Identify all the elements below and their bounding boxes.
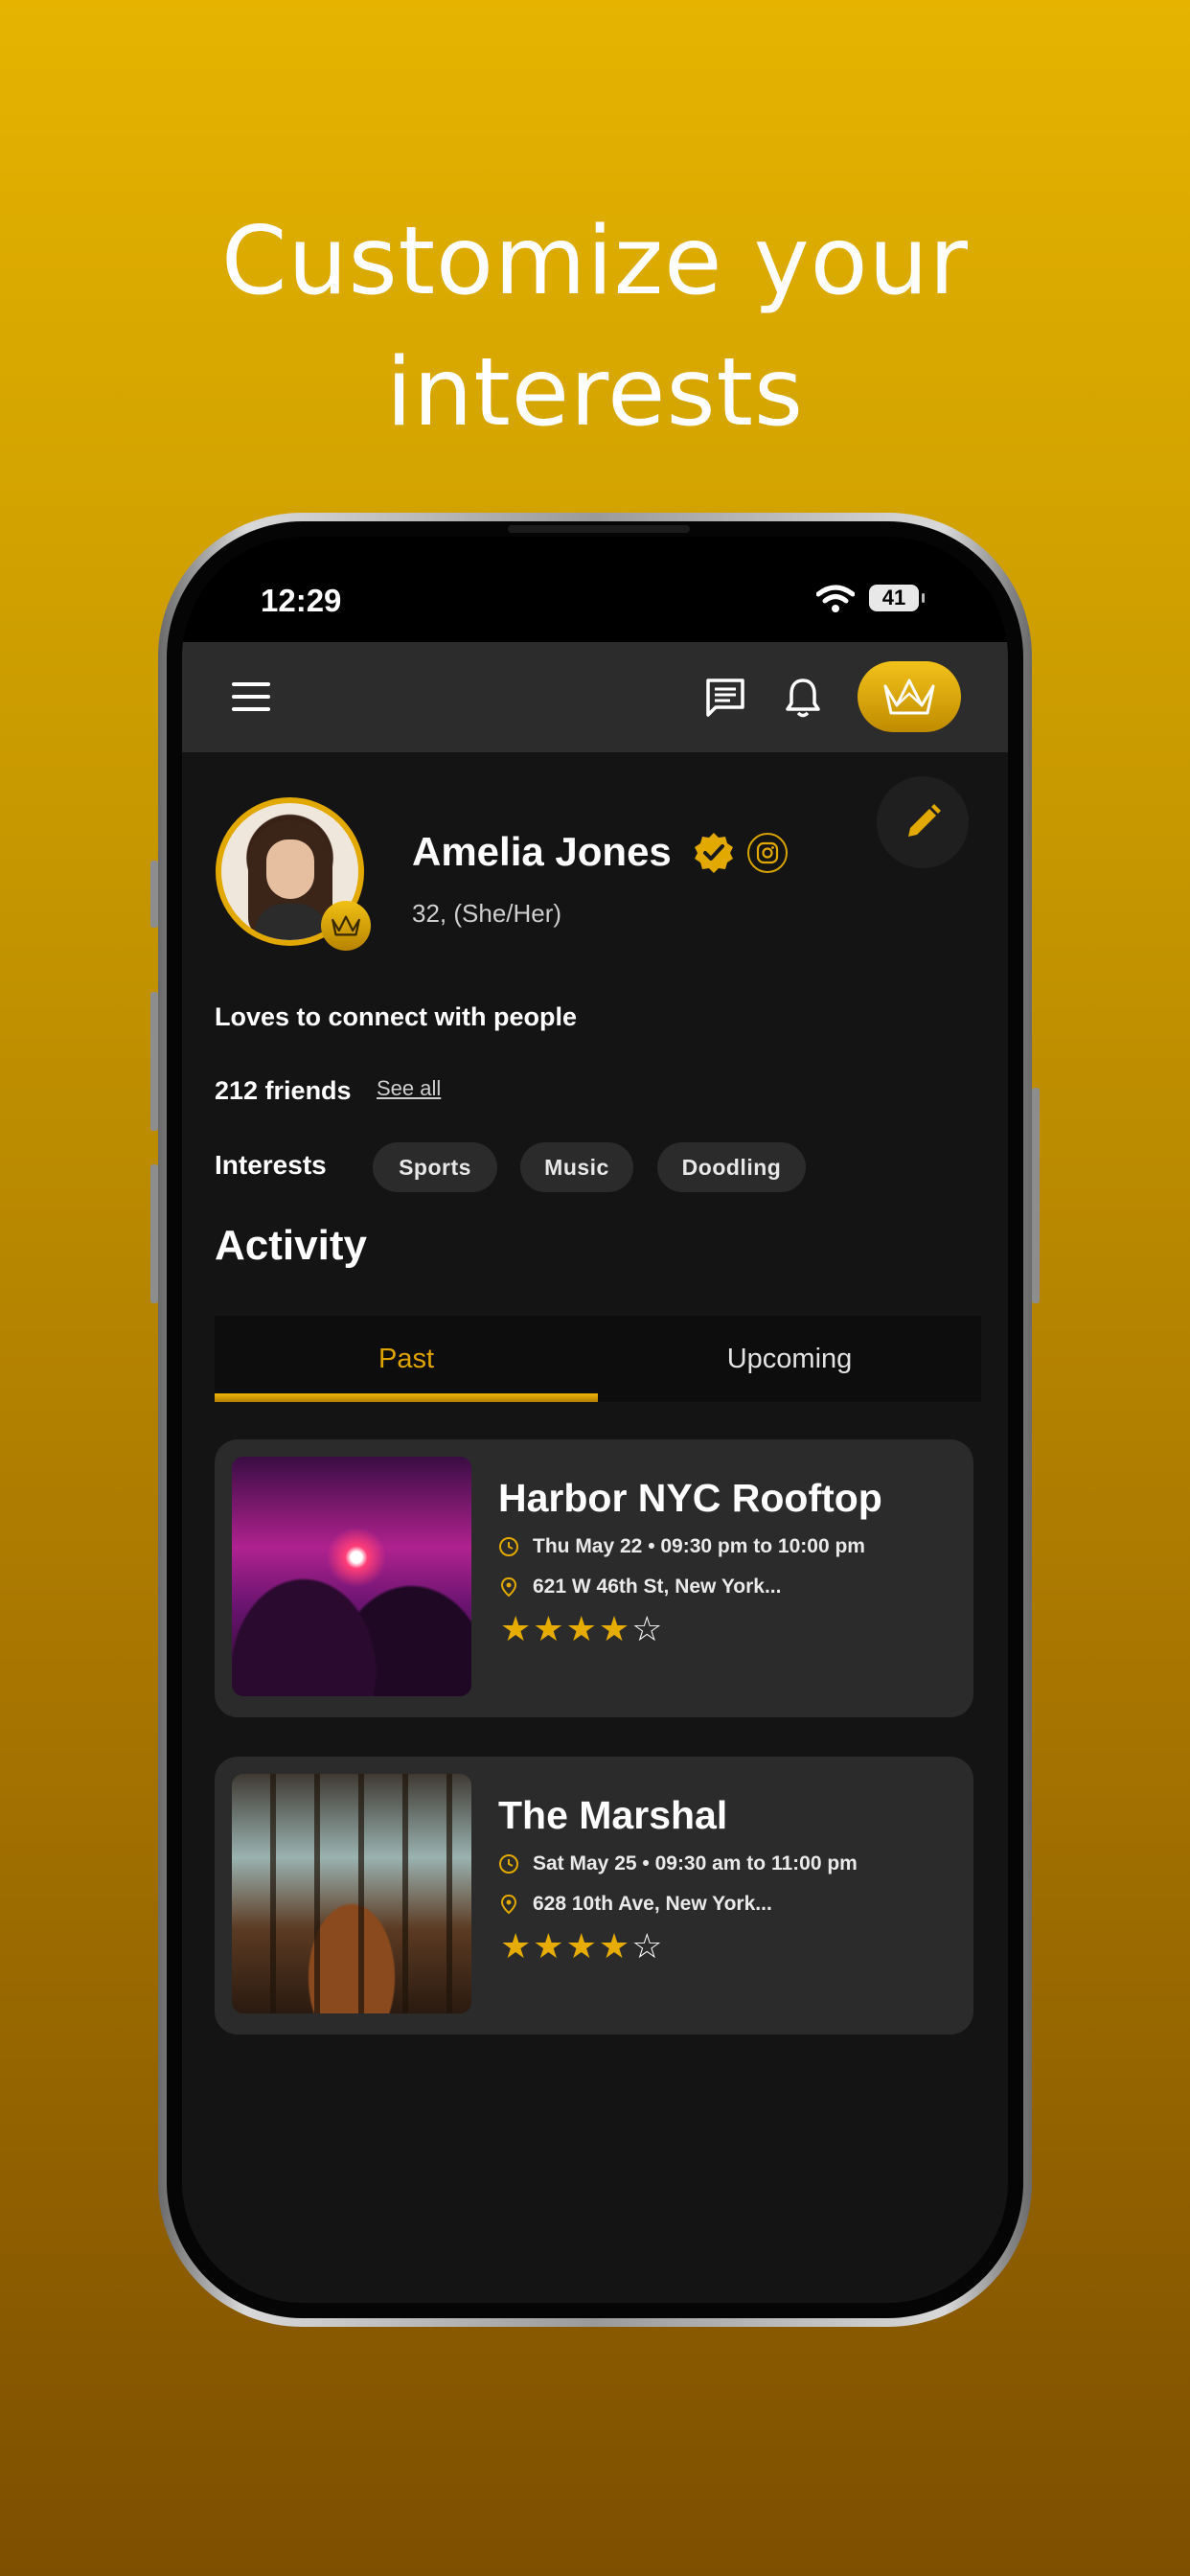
event-card[interactable]: Harbor NYC Rooftop Thu May 22 • 09:30 pm… <box>215 1439 973 1717</box>
event-address-text: 621 W 46th St, New York... <box>533 1576 782 1598</box>
pencil-icon <box>908 804 941 837</box>
interest-chip-music[interactable]: Music <box>520 1142 633 1192</box>
event-title: Harbor NYC Rooftop <box>498 1476 882 1520</box>
instagram-icon <box>756 841 779 864</box>
event-datetime-text: Sat May 25 • 09:30 am to 11:00 pm <box>533 1852 858 1874</box>
crown-icon <box>883 678 935 715</box>
friends-count: 212 friends <box>215 1076 352 1105</box>
event-address: 628 10th Ave, New York... <box>498 1893 772 1916</box>
app-screen: 12:29 41 Amelia Jones 32, (She/Her) Love… <box>182 537 1008 2303</box>
event-datetime: Thu May 22 • 09:30 pm to 10:00 pm <box>498 1535 865 1558</box>
interests-label: Interests <box>215 1150 327 1180</box>
event-datetime-text: Thu May 22 • 09:30 pm to 10:00 pm <box>533 1535 865 1557</box>
chat-icon[interactable] <box>704 677 746 719</box>
status-time: 12:29 <box>261 583 342 618</box>
activity-tabs: Past Upcoming <box>215 1316 981 1402</box>
star-outline-icon: ☆ <box>631 1926 663 1966</box>
star-filled-icon: ★ <box>533 1609 564 1648</box>
profile-name: Amelia Jones <box>412 829 672 874</box>
star-filled-icon: ★ <box>500 1609 532 1648</box>
location-pin-icon <box>500 1576 517 1598</box>
activity-heading: Activity <box>215 1222 367 1269</box>
interest-chip-doodling[interactable]: Doodling <box>657 1142 806 1192</box>
instagram-link[interactable] <box>747 833 788 873</box>
bell-icon[interactable] <box>784 677 822 719</box>
avatar-crown-badge <box>321 901 371 951</box>
star-filled-icon: ★ <box>598 1609 630 1648</box>
headline-line-2: interests <box>385 338 805 448</box>
premium-crown-button[interactable] <box>858 661 961 732</box>
profile-bio: Loves to connect with people <box>215 1002 578 1031</box>
edit-profile-button[interactable] <box>877 776 969 868</box>
star-filled-icon: ★ <box>598 1926 630 1966</box>
verified-badge-icon <box>695 833 733 873</box>
phone-volume-down <box>150 1164 158 1303</box>
star-outline-icon: ☆ <box>631 1609 663 1648</box>
marketing-headline: Customize your interests <box>0 196 1190 459</box>
location-pin-icon <box>500 1894 517 1915</box>
star-filled-icon: ★ <box>500 1926 532 1966</box>
phone-power-button <box>1032 1088 1040 1303</box>
menu-icon[interactable] <box>232 682 270 711</box>
crown-icon <box>332 915 360 936</box>
status-bar: 12:29 41 <box>182 537 1008 642</box>
event-address-text: 628 10th Ave, New York... <box>533 1893 772 1915</box>
phone-volume-up <box>150 992 158 1131</box>
wifi-icon <box>816 585 855 612</box>
event-datetime: Sat May 25 • 09:30 am to 11:00 pm <box>498 1852 858 1875</box>
event-photo <box>232 1457 471 1696</box>
star-filled-icon: ★ <box>565 1609 597 1648</box>
event-rating: ★★★★☆ <box>500 1612 664 1646</box>
profile-age-pronouns: 32, (She/Her) <box>412 899 562 928</box>
tab-past[interactable]: Past <box>215 1316 598 1402</box>
event-address: 621 W 46th St, New York... <box>498 1576 781 1598</box>
tab-upcoming[interactable]: Upcoming <box>598 1316 981 1402</box>
battery-indicator: 41 <box>869 585 925 611</box>
event-rating: ★★★★☆ <box>500 1929 664 1964</box>
star-filled-icon: ★ <box>565 1926 597 1966</box>
phone-speaker <box>508 525 690 533</box>
star-filled-icon: ★ <box>533 1926 564 1966</box>
see-all-friends-link[interactable]: See all <box>377 1076 441 1101</box>
interest-chip-sports[interactable]: Sports <box>373 1142 497 1192</box>
app-bar <box>182 642 1008 752</box>
event-card[interactable]: The Marshal Sat May 25 • 09:30 am to 11:… <box>215 1757 973 2035</box>
phone-mute-switch <box>150 861 158 928</box>
event-title: The Marshal <box>498 1793 728 1837</box>
profile-avatar[interactable] <box>216 797 371 951</box>
headline-line-1: Customize your <box>221 207 969 316</box>
clock-icon <box>499 1537 518 1556</box>
clock-icon <box>499 1854 518 1874</box>
event-photo <box>232 1774 471 2013</box>
